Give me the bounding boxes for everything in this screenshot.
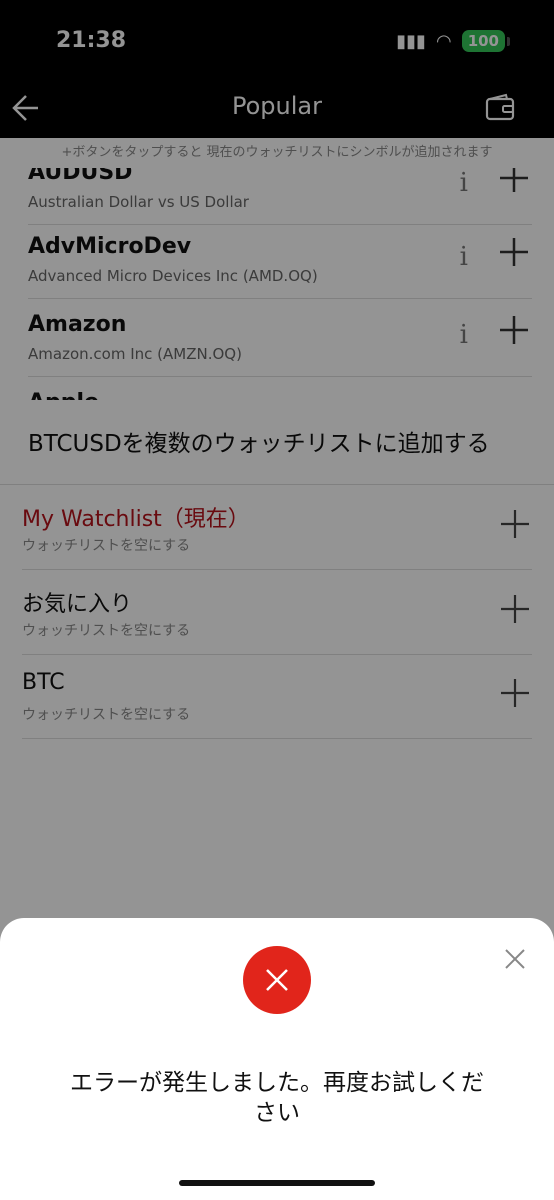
error-sheet: エラーが発生しました。再度お試しください <box>0 918 554 1200</box>
home-indicator[interactable] <box>179 1180 375 1186</box>
x-circle-icon <box>243 946 311 1014</box>
close-icon[interactable] <box>500 944 530 974</box>
error-message: エラーが発生しました。再度お試しください <box>70 1070 484 1126</box>
